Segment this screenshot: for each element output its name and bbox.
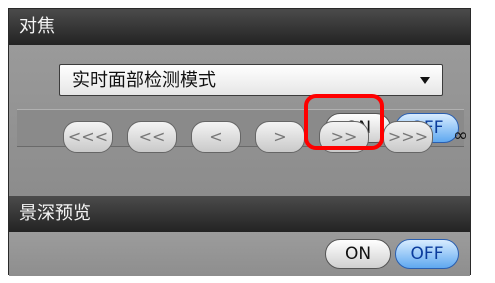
dof-preview-section-body: ON OFF	[9, 232, 470, 276]
focus-section-header: 对焦	[9, 9, 470, 45]
focus-step-buttons: <<< << < > >> >>>	[57, 121, 445, 157]
dof-preview-section-title: 景深预览	[19, 203, 91, 224]
dof-preview-on-button[interactable]: ON	[325, 239, 391, 269]
focus-step-far-large-button[interactable]: >>>	[383, 121, 433, 153]
dof-preview-on-label: ON	[344, 244, 372, 264]
focus-step-near-medium-button[interactable]: <<	[127, 121, 177, 153]
chevron-down-icon	[420, 77, 430, 84]
focus-section-title: 对焦	[19, 16, 55, 37]
focus-step-label: <	[209, 127, 223, 146]
focus-step-label: >>	[330, 127, 358, 146]
focus-step-label: >>>	[387, 127, 429, 146]
live-view-panel: 对焦 实时面部检测模式 ON OFF <<< << < > >>	[8, 8, 471, 276]
focus-mode-select-value: 实时面部检测模式	[72, 70, 216, 91]
focus-step-label: <<	[138, 127, 166, 146]
focus-step-near-small-button[interactable]: <	[191, 121, 241, 153]
focus-step-far-medium-button[interactable]: >>	[319, 121, 369, 153]
focus-step-label: <<<	[67, 127, 109, 146]
focus-step-near-large-button[interactable]: <<<	[63, 121, 113, 153]
dof-preview-section-header: 景深预览	[9, 196, 470, 232]
dof-preview-off-label: OFF	[410, 244, 444, 264]
dof-preview-off-button[interactable]: OFF	[395, 239, 459, 269]
focus-step-far-small-button[interactable]: >	[255, 121, 305, 153]
focus-step-label: >	[273, 127, 287, 146]
infinity-icon: ∞	[453, 125, 468, 146]
focus-mode-select[interactable]: 实时面部检测模式	[59, 64, 443, 96]
